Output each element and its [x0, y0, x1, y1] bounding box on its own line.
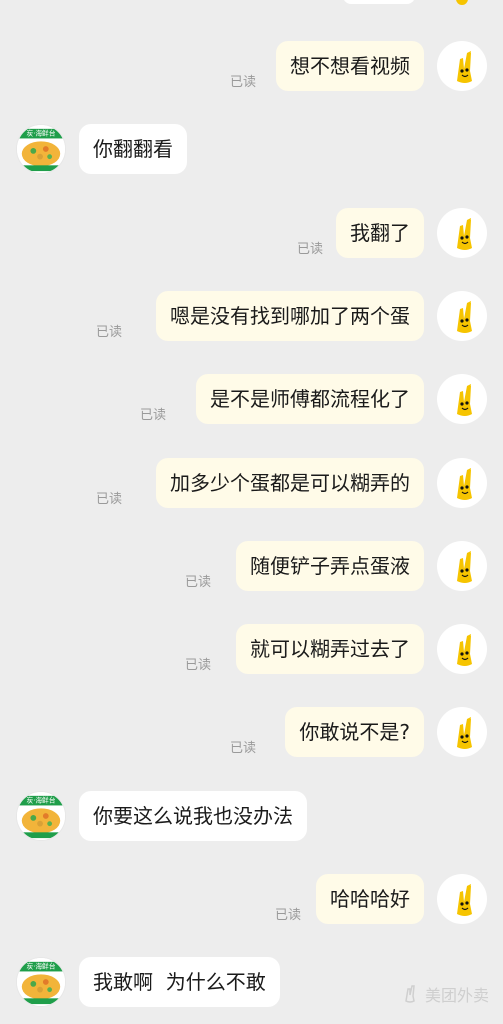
self-avatar[interactable]: [437, 707, 487, 757]
message-bubble[interactable]: 是不是师傅都流程化了: [196, 374, 424, 424]
svg-text:炭·海鲜台: 炭·海鲜台: [26, 796, 55, 805]
chat-message: 炭·海鲜台 你要这么说我也没办法: [0, 791, 503, 843]
chat-message: 已读 我翻了: [0, 208, 503, 260]
meituan-logo-icon: [405, 985, 415, 1003]
message-bubble[interactable]: 嗯是没有找到哪加了两个蛋: [156, 291, 424, 341]
kangaroo-mascot-icon: [457, 468, 472, 500]
chat-message: 已读 嗯是没有找到哪加了两个蛋: [0, 291, 503, 343]
svg-text:炭·海鲜台: 炭·海鲜台: [26, 129, 55, 138]
message-bubble[interactable]: 你翻翻看: [79, 124, 187, 174]
message-bubble[interactable]: 你敢说不是?: [285, 707, 424, 757]
kangaroo-mascot-icon: [457, 551, 472, 583]
self-avatar[interactable]: [437, 41, 487, 91]
read-receipt: 已读: [95, 492, 122, 507]
message-bubble[interactable]: 我敢啊 为什么不敢: [79, 957, 280, 1007]
kangaroo-mascot-icon: [457, 717, 472, 749]
message-bubble[interactable]: 加多少个蛋都是可以糊弄的: [156, 458, 424, 508]
chat-message: 已读 是不是师傅都流程化了: [0, 374, 503, 426]
chat-message: 炭·海鲜台 你翻翻看: [0, 124, 503, 176]
contact-avatar[interactable]: 炭·海鲜台: [16, 791, 66, 841]
kangaroo-mascot-icon: [457, 884, 472, 916]
read-receipt: 已读: [296, 242, 323, 257]
self-avatar[interactable]: [437, 458, 487, 508]
food-bowl-icon: 炭·海鲜台: [17, 125, 65, 173]
meituan-watermark: 美团外卖: [399, 982, 489, 1006]
chat-message: 已读 就可以糊弄过去了: [0, 624, 503, 676]
message-bubble[interactable]: 哈哈哈好: [316, 874, 424, 924]
message-bubble[interactable]: 想不想看视频: [276, 41, 424, 91]
message-bubble[interactable]: 随便铲子弄点蛋液: [236, 541, 424, 591]
kangaroo-mascot-icon: [457, 51, 472, 83]
self-avatar[interactable]: [437, 208, 487, 258]
chat-message: 已读 随便铲子弄点蛋液: [0, 541, 503, 593]
read-receipt: 已读: [274, 908, 301, 923]
kangaroo-mascot-icon: [457, 301, 472, 333]
chat-message: 已读 哈哈哈好: [0, 874, 503, 926]
kangaroo-mascot-icon: [457, 218, 472, 250]
self-avatar[interactable]: [437, 374, 487, 424]
self-avatar[interactable]: [437, 624, 487, 674]
self-avatar[interactable]: [437, 874, 487, 924]
read-receipt: 已读: [139, 408, 166, 423]
contact-avatar[interactable]: 炭·海鲜台: [16, 124, 66, 174]
chat-message: 已读 你敢说不是?: [0, 707, 503, 759]
read-receipt: 已读: [95, 325, 122, 340]
food-bowl-icon: 炭·海鲜台: [17, 792, 65, 840]
read-receipt: 已读: [229, 741, 256, 756]
chat-message: 已读 加多少个蛋都是可以糊弄的: [0, 458, 503, 510]
kangaroo-mascot-icon: [457, 384, 472, 416]
self-avatar[interactable]: [437, 541, 487, 591]
previous-message-fragment: [343, 0, 415, 4]
svg-text:炭·海鲜台: 炭·海鲜台: [26, 962, 55, 971]
message-bubble[interactable]: 就可以糊弄过去了: [236, 624, 424, 674]
watermark-text: 美团外卖: [424, 986, 489, 1005]
read-receipt: 已读: [184, 575, 211, 590]
food-bowl-icon: 炭·海鲜台: [17, 958, 65, 1006]
message-bubble[interactable]: 你要这么说我也没办法: [79, 791, 307, 841]
kangaroo-mascot-icon: [457, 634, 472, 666]
read-receipt: 已读: [184, 658, 211, 673]
self-avatar[interactable]: [437, 291, 487, 341]
previous-avatar-fragment: [456, 0, 468, 5]
read-receipt: 已读: [229, 75, 256, 90]
chat-message: 已读 想不想看视频: [0, 41, 503, 93]
message-bubble[interactable]: 我翻了: [336, 208, 424, 258]
contact-avatar[interactable]: 炭·海鲜台: [16, 957, 66, 1007]
